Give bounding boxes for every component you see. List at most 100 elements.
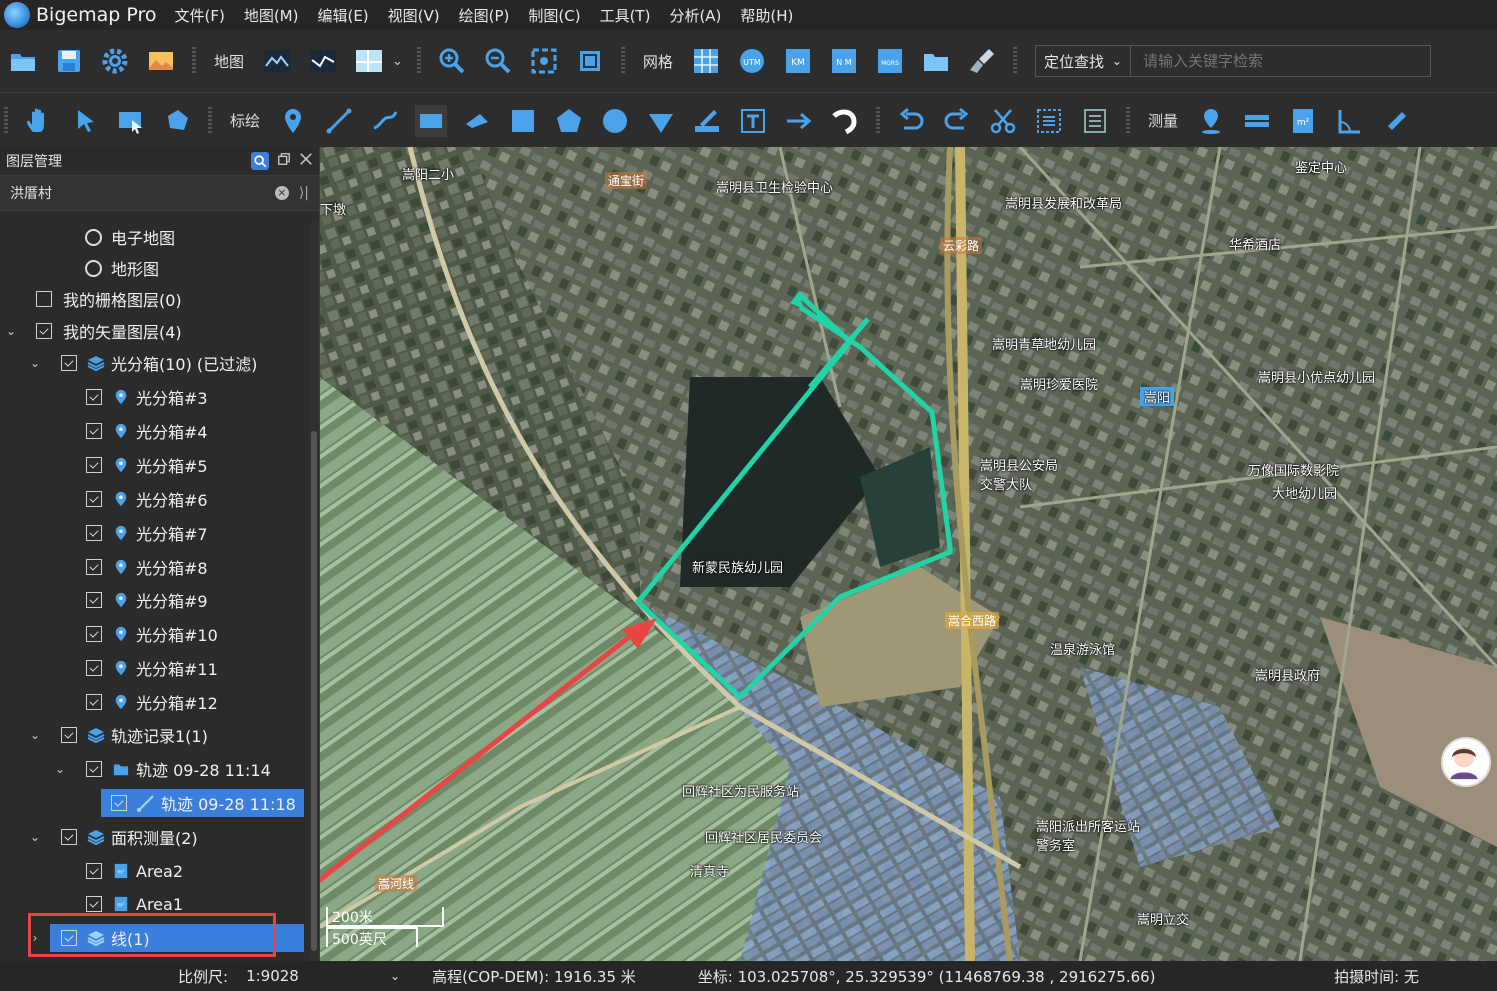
checkbox[interactable] xyxy=(111,795,127,811)
checkbox[interactable] xyxy=(86,694,102,710)
search-mode-select[interactable]: 定位查找 ⌄ xyxy=(1034,45,1131,77)
menu-edit[interactable]: 编辑(E) xyxy=(317,5,368,26)
undo-button[interactable] xyxy=(895,105,927,137)
tree-row-splitter-3[interactable]: 光分箱#3 xyxy=(0,381,310,413)
chevron-down-icon[interactable]: ⌄ xyxy=(28,728,42,742)
checkbox[interactable] xyxy=(86,761,102,777)
tree-row-raster-layers[interactable]: 我的栅格图层(0) xyxy=(0,283,310,315)
checkbox[interactable] xyxy=(86,592,102,608)
tree-row-track-folder[interactable]: ⌄ 轨迹 09-28 11:14 xyxy=(0,753,310,785)
assistant-avatar-icon[interactable] xyxy=(1441,737,1491,787)
checkbox[interactable] xyxy=(86,457,102,473)
fullscreen-button[interactable] xyxy=(574,45,606,77)
polygon-select-button[interactable] xyxy=(161,105,193,137)
draw-text-button[interactable] xyxy=(737,105,769,137)
menu-view[interactable]: 视图(V) xyxy=(388,5,440,26)
checkbox[interactable] xyxy=(61,727,77,743)
grid-button[interactable] xyxy=(690,45,722,77)
satellite-map-button[interactable] xyxy=(261,45,293,77)
checkbox[interactable] xyxy=(86,389,102,405)
checkbox[interactable] xyxy=(86,896,102,912)
clear-filter-icon[interactable]: × xyxy=(274,186,289,200)
menu-tools[interactable]: 工具(T) xyxy=(600,5,651,26)
search-input[interactable] xyxy=(1130,45,1431,77)
settings-button[interactable] xyxy=(99,45,131,77)
draw-circle-button[interactable] xyxy=(599,105,631,137)
close-panel-button[interactable] xyxy=(299,152,313,170)
checkbox[interactable] xyxy=(61,930,77,946)
zoom-in-button[interactable] xyxy=(436,45,468,77)
checkbox[interactable] xyxy=(36,323,52,339)
scrollbar-thumb[interactable] xyxy=(311,431,317,951)
chevron-down-icon[interactable]: ⌄ xyxy=(53,762,67,776)
draw-square-button[interactable] xyxy=(507,105,539,137)
radio-button[interactable] xyxy=(85,228,102,246)
tree-row-electronic-map[interactable]: 电子地图 xyxy=(0,221,310,253)
zoom-extent-button[interactable] xyxy=(528,45,560,77)
tree-row-splitter-10[interactable]: 光分箱#10 xyxy=(0,618,310,650)
cut-button[interactable] xyxy=(987,105,1019,137)
zoom-out-button[interactable] xyxy=(482,45,514,77)
draw-rectangle-button[interactable] xyxy=(415,104,448,137)
tree-row-splitter-11[interactable]: 光分箱#11 xyxy=(0,652,310,684)
scale-select[interactable]: 1:9028 ⌄ xyxy=(238,963,408,989)
tree-row-splitter-group[interactable]: ⌄ 光分箱(10) (已过滤) xyxy=(0,347,310,379)
menu-cartography[interactable]: 制图(C) xyxy=(528,5,580,26)
menu-draw[interactable]: 绘图(P) xyxy=(459,5,510,26)
tree-row-area-group[interactable]: ⌄ 面积测量(2) xyxy=(0,821,310,853)
measure-angle-button[interactable] xyxy=(1333,105,1365,137)
tree-row-splitter-4[interactable]: 光分箱#4 xyxy=(0,415,310,447)
measure-point-button[interactable] xyxy=(1195,105,1227,137)
draw-point-button[interactable] xyxy=(277,105,309,137)
select-all-button[interactable] xyxy=(1033,105,1065,137)
checkbox[interactable] xyxy=(86,660,102,676)
checkbox[interactable] xyxy=(36,291,52,307)
tree-row-splitter-8[interactable]: 光分箱#8 xyxy=(0,551,310,583)
menu-analysis[interactable]: 分析(A) xyxy=(669,5,721,26)
screen-select-button[interactable] xyxy=(115,105,147,137)
draw-diamond-button[interactable] xyxy=(645,105,677,137)
tree-row-terrain-map[interactable]: 地形图 xyxy=(0,252,310,284)
chevron-down-icon[interactable]: ⌄ xyxy=(28,356,42,370)
draw-arrow-button[interactable] xyxy=(783,105,815,137)
measure-more-button[interactable] xyxy=(1379,105,1411,137)
measure-distance-button[interactable] xyxy=(1241,105,1273,137)
checkbox[interactable] xyxy=(86,626,102,642)
draw-pentagon-button[interactable] xyxy=(553,105,585,137)
draw-line-button[interactable] xyxy=(323,105,355,137)
tree-row-splitter-6[interactable]: 光分箱#6 xyxy=(0,483,310,515)
checkbox[interactable] xyxy=(86,423,102,439)
draw-ruler-button[interactable] xyxy=(691,105,723,137)
tree-row-track-record[interactable]: ⌄ 轨迹记录1(1) xyxy=(0,719,310,751)
checkbox[interactable] xyxy=(86,863,102,879)
clear-grid-button[interactable] xyxy=(966,45,998,77)
checkbox[interactable] xyxy=(61,829,77,845)
draw-curve-arrow-button[interactable] xyxy=(829,105,861,137)
image-button[interactable] xyxy=(145,45,177,77)
menu-help[interactable]: 帮助(H) xyxy=(740,5,793,26)
menu-map[interactable]: 地图(M) xyxy=(244,5,299,26)
radio-button[interactable] xyxy=(85,259,102,277)
map-dropdown-chevron-icon[interactable]: ⌄ xyxy=(392,54,403,69)
redo-button[interactable] xyxy=(941,105,973,137)
tree-row-splitter-9[interactable]: 光分箱#9 xyxy=(0,584,310,616)
checkbox[interactable] xyxy=(61,355,77,371)
checkbox[interactable] xyxy=(86,559,102,575)
checkbox[interactable] xyxy=(86,525,102,541)
map-canvas[interactable]: 嵩阳二小 嵩明县卫生检验中心 嵩明县发展和改革局 鉴定中心 华希酒店 嵩明青草地… xyxy=(320,147,1497,961)
km-grid-button[interactable]: KM xyxy=(782,45,814,77)
street-map-button[interactable] xyxy=(353,45,385,77)
draw-sector-button[interactable] xyxy=(461,105,493,137)
tree-row-line-group[interactable]: › 线(1) xyxy=(0,922,310,954)
select-button[interactable] xyxy=(69,105,101,137)
measure-area-button[interactable]: m² xyxy=(1287,105,1319,137)
hybrid-map-button[interactable] xyxy=(307,45,339,77)
save-button[interactable] xyxy=(53,45,85,77)
attribute-table-button[interactable] xyxy=(1079,105,1111,137)
nm-grid-button[interactable]: N M xyxy=(828,45,860,77)
chevron-down-icon[interactable]: ⌄ xyxy=(28,830,42,844)
chevron-right-icon[interactable]: › xyxy=(28,931,42,945)
menu-file[interactable]: 文件(F) xyxy=(174,5,224,26)
layer-panel-scrollbar[interactable] xyxy=(309,221,319,961)
mgrs-grid-button[interactable]: MGRS xyxy=(874,45,906,77)
